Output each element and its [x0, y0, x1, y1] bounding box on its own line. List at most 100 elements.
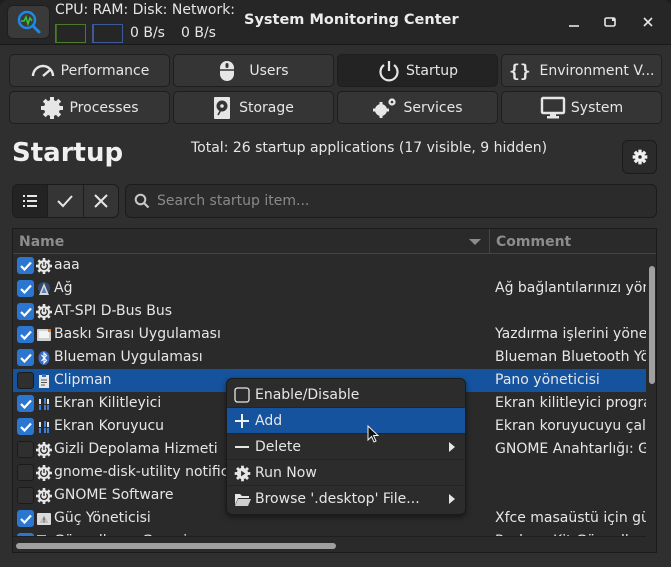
checkmark-icon: [57, 195, 74, 208]
menu-item-delete[interactable]: Delete: [227, 434, 465, 460]
show-enabled-button[interactable]: [48, 185, 84, 217]
enable-checkbox[interactable]: [17, 510, 34, 527]
item-comment: Ağ bağlantılarınızı yöne: [495, 280, 646, 296]
tab-storage[interactable]: Storage: [173, 91, 334, 124]
power-gear-icon: [35, 441, 52, 458]
show-all-button[interactable]: [13, 185, 49, 217]
x-icon: [94, 194, 108, 208]
column-label: Comment: [496, 233, 572, 250]
tab-performance[interactable]: Performance: [9, 54, 170, 87]
app-window: CPU: RAM: Disk: Network: 0 B/s 0 B/s Sys…: [0, 0, 671, 567]
window-title: System Monitoring Center: [244, 12, 459, 28]
tab-services[interactable]: Services: [337, 91, 498, 124]
disk-rate: 0 B/s: [130, 25, 165, 41]
tab-label: Performance: [60, 62, 150, 79]
menu-item-label: Run Now: [255, 465, 317, 481]
item-name: AT-SPI D-Bus Bus: [54, 303, 173, 319]
list-item[interactable]: Baskı Sırası Uygulaması Yazdırma işlerini…: [13, 323, 646, 346]
minimize-button[interactable]: [562, 10, 586, 34]
tab-startup[interactable]: Startup: [337, 54, 498, 87]
item-name: Ekran Kilitleyici: [54, 395, 162, 411]
minus-icon: [233, 438, 251, 456]
header-bar: CPU: RAM: Disk: Network: 0 B/s 0 B/s Sys…: [0, 0, 671, 45]
printer-icon: [35, 326, 52, 343]
startup-settings-button[interactable]: [622, 140, 657, 174]
enable-checkbox[interactable]: [17, 280, 34, 297]
search-input[interactable]: [157, 193, 637, 209]
enable-checkbox[interactable]: [17, 326, 34, 343]
tab-processes[interactable]: Processes: [9, 91, 170, 124]
tab-label: Storage: [239, 99, 294, 116]
network-icon: [35, 280, 52, 297]
menu-item-add[interactable]: Add: [227, 408, 465, 434]
list-item[interactable]: Ağ Ağ bağlantılarınızı yöne: [13, 277, 646, 300]
item-name: Baskı Sırası Uygulaması: [54, 326, 221, 342]
mouse-cursor-icon: [367, 425, 380, 443]
power-gear-icon: [35, 303, 52, 320]
minimize-icon: [569, 25, 579, 27]
ram-usage-bar: [92, 24, 123, 43]
enable-checkbox[interactable]: [17, 464, 34, 481]
enable-checkbox[interactable]: [17, 372, 34, 389]
checkbox-icon: [233, 386, 251, 404]
menu-item-browse-desktop-file[interactable]: Browse '.desktop' File...: [227, 486, 465, 512]
context-menu: Enable/Disable Add Delete Run Now Browse…: [226, 378, 466, 515]
search-box[interactable]: [125, 184, 657, 218]
restore-icon: [604, 17, 616, 27]
tab-system[interactable]: System: [501, 91, 662, 124]
cpu-usage-bar: [55, 24, 86, 43]
show-disabled-button[interactable]: [84, 185, 118, 217]
list-item[interactable]: aaa: [13, 254, 646, 277]
svg-text:{}: {}: [509, 61, 531, 82]
menu-item-label: Browse '.desktop' File...: [255, 491, 420, 507]
monitor-icon: [540, 96, 566, 118]
column-label: Name: [19, 233, 65, 250]
list-item[interactable]: Blueman Uygulaması Blueman Bluetooth Yön: [13, 346, 646, 369]
gears-icon: [373, 97, 397, 118]
list-item[interactable]: AT-SPI D-Bus Bus: [13, 300, 646, 323]
enable-checkbox[interactable]: [17, 303, 34, 320]
gear-icon: [41, 96, 64, 119]
maximize-button[interactable]: [598, 10, 622, 34]
power-gear-icon: [35, 464, 52, 481]
enable-checkbox[interactable]: [17, 395, 34, 412]
tab-environment-variables[interactable]: {} Environment V...: [501, 54, 662, 87]
enable-checkbox[interactable]: [17, 257, 34, 274]
resource-mini-bars: [55, 24, 123, 43]
horizontal-scrollbar[interactable]: [16, 543, 336, 549]
enable-checkbox[interactable]: [17, 418, 34, 435]
plus-icon: [233, 412, 251, 430]
item-name: Blueman Uygulaması: [54, 349, 203, 365]
filter-button-group: [12, 184, 119, 218]
item-comment: Pano yöneticisi: [495, 372, 600, 388]
menu-item-enable-disable[interactable]: Enable/Disable: [227, 382, 465, 408]
item-name: Gizli Depolama Hizmeti: [54, 441, 218, 457]
tab-label: System: [570, 99, 624, 116]
column-header-comment[interactable]: Comment: [490, 229, 656, 254]
menu-item-label: Enable/Disable: [255, 387, 360, 403]
close-button[interactable]: [636, 10, 660, 34]
list-header: Name Comment: [13, 229, 656, 254]
mouse-icon: [220, 60, 235, 81]
item-comment: Ekran koruyucuyu çalış: [495, 418, 646, 434]
enable-checkbox[interactable]: [17, 487, 34, 504]
gear-icon: [632, 149, 647, 165]
menu-item-run-now[interactable]: Run Now: [227, 460, 465, 486]
menu-item-label: Add: [255, 413, 283, 429]
tab-label: Environment V...: [539, 62, 655, 79]
page-title: Startup: [12, 138, 124, 168]
screensaver-icon: [35, 418, 52, 435]
tab-users[interactable]: Users: [173, 54, 334, 87]
vertical-scrollbar[interactable]: [649, 266, 655, 384]
column-header-name[interactable]: Name: [13, 229, 490, 254]
folder-open-icon: [233, 490, 251, 508]
app-menu-button[interactable]: [7, 5, 50, 39]
enable-checkbox[interactable]: [17, 349, 34, 366]
harddisk-icon: [214, 96, 231, 119]
item-name: GNOME Software: [54, 487, 174, 503]
power-gear-icon: [35, 257, 52, 274]
sort-descending-icon: [469, 239, 481, 245]
resource-labels: CPU: RAM: Disk: Network:: [55, 2, 236, 18]
item-comment: Yazdırma işlerini yönetı: [495, 326, 646, 342]
enable-checkbox[interactable]: [17, 441, 34, 458]
